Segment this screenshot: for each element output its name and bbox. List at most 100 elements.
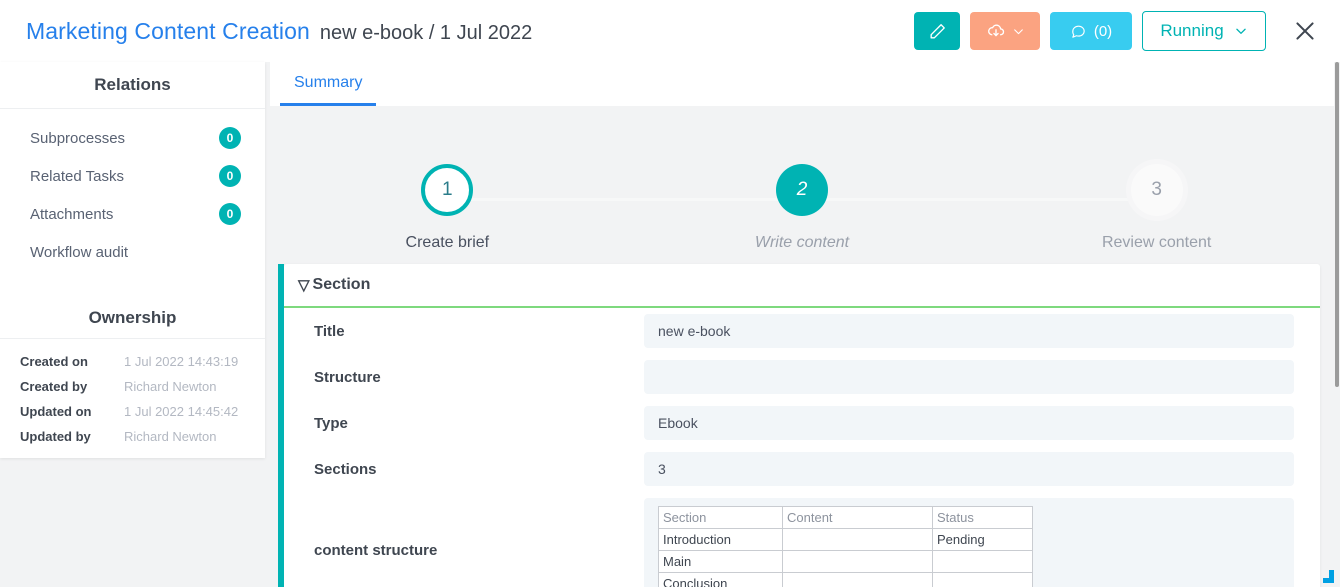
- cell-section: Introduction: [659, 529, 783, 551]
- sidebar-item-subprocesses[interactable]: Subprocesses 0: [0, 119, 265, 157]
- ownership-value: 1 Jul 2022 14:43:19: [124, 354, 238, 369]
- vertical-scrollbar-thumb[interactable]: [1335, 62, 1339, 387]
- cell-content: [783, 529, 933, 551]
- comment-count: (0): [1094, 23, 1112, 40]
- content-structure-table[interactable]: Section Content Status Introduction: [658, 506, 1033, 587]
- comments-button[interactable]: (0): [1050, 12, 1132, 50]
- ownership-value: Richard Newton: [124, 379, 217, 394]
- relations-list: Subprocesses 0 Related Tasks 0 Attachmen…: [0, 119, 265, 271]
- ownership-header: Ownership: [0, 297, 265, 339]
- ownership-value: Richard Newton: [124, 429, 217, 444]
- field-row-structure: Structure: [284, 354, 1320, 400]
- resize-corner-icon[interactable]: [1320, 570, 1336, 584]
- pencil-icon: [928, 22, 947, 41]
- step-label: Create brief: [317, 234, 577, 252]
- field-value-structure[interactable]: [644, 360, 1294, 394]
- main-panel: Summary 1 Create brief 2 Write content 3…: [270, 62, 1334, 587]
- card-accent-stripe: [278, 264, 284, 587]
- section-card-wrapper: ▽ Section Title new e-book Structure Typ…: [278, 264, 1320, 587]
- step-1[interactable]: 1 Create brief: [317, 164, 577, 252]
- ownership-row-updated-by: Updated by Richard Newton: [0, 424, 265, 449]
- step-2[interactable]: 2 Write content: [672, 164, 932, 252]
- step-circle: 2: [776, 164, 828, 216]
- sidebar-item-label: Subprocesses: [30, 130, 125, 147]
- workflow-stepper: 1 Create brief 2 Write content 3 Review …: [270, 106, 1334, 256]
- sidebar-item-related-tasks[interactable]: Related Tasks 0: [0, 157, 265, 195]
- ownership-row-updated-on: Updated on 1 Jul 2022 14:45:42: [0, 399, 265, 424]
- step-circle: 1: [421, 164, 473, 216]
- instance-name: new e-book / 1 Jul 2022: [320, 22, 532, 45]
- field-value-content-structure[interactable]: Section Content Status Introduction: [644, 498, 1294, 587]
- ownership-row-created-by: Created by Richard Newton: [0, 374, 265, 399]
- tab-summary[interactable]: Summary: [280, 62, 376, 106]
- sidebar-item-workflow-audit[interactable]: Workflow audit: [0, 233, 265, 271]
- sidebar: Relations Subprocesses 0 Related Tasks 0…: [0, 62, 265, 458]
- ownership-list: Created on 1 Jul 2022 14:43:19 Created b…: [0, 349, 265, 449]
- ownership-row-created-on: Created on 1 Jul 2022 14:43:19: [0, 349, 265, 374]
- section-collapse-header[interactable]: ▽ Section: [284, 264, 1320, 308]
- column-header-section: Section: [659, 507, 783, 529]
- cloud-download-icon: [986, 21, 1006, 41]
- edit-button[interactable]: [914, 12, 960, 50]
- table-row[interactable]: Introduction Pending: [659, 529, 1033, 551]
- tab-bar: Summary: [270, 62, 1334, 106]
- cell-content: [783, 551, 933, 573]
- header-actions: (0) Running: [914, 0, 1340, 62]
- cell-section: Main: [659, 551, 783, 573]
- ownership-key: Updated on: [20, 404, 124, 419]
- step-label: Review content: [1027, 234, 1287, 252]
- table-row[interactable]: Conclusion: [659, 573, 1033, 587]
- sidebar-item-label: Workflow audit: [30, 244, 128, 261]
- status-dropdown[interactable]: Running: [1142, 11, 1266, 51]
- step-label: Write content: [672, 234, 932, 252]
- sidebar-item-attachments[interactable]: Attachments 0: [0, 195, 265, 233]
- field-value-title[interactable]: new e-book: [644, 314, 1294, 348]
- table-header-row: Section Content Status: [659, 507, 1033, 529]
- section-title: Section: [313, 276, 371, 294]
- field-label: Title: [284, 323, 644, 340]
- field-label: Sections: [284, 461, 644, 478]
- window-header: Marketing Content Creation new e-book / …: [0, 0, 1340, 62]
- ownership-key: Created by: [20, 379, 124, 394]
- sidebar-item-label: Related Tasks: [30, 168, 124, 185]
- field-label: Type: [284, 415, 644, 432]
- step-circle: 3: [1131, 164, 1183, 216]
- field-label: Structure: [284, 369, 644, 386]
- field-row-type: Type Ebook: [284, 400, 1320, 446]
- ownership-key: Updated by: [20, 429, 124, 444]
- field-value-type[interactable]: Ebook: [644, 406, 1294, 440]
- status-badge: Running: [1160, 21, 1223, 41]
- count-badge: 0: [219, 203, 241, 225]
- column-header-status: Status: [933, 507, 1033, 529]
- count-badge: 0: [219, 127, 241, 149]
- cell-content: [783, 573, 933, 587]
- cell-status: [933, 573, 1033, 587]
- section-card: ▽ Section Title new e-book Structure Typ…: [284, 264, 1320, 587]
- close-icon: [1292, 18, 1318, 44]
- cell-status: [933, 551, 1033, 573]
- cell-section: Conclusion: [659, 573, 783, 587]
- process-instance-window: Marketing Content Creation new e-book / …: [0, 0, 1340, 587]
- triangle-down-icon[interactable]: ▽: [298, 276, 310, 294]
- chevron-down-icon: [1234, 24, 1248, 38]
- page-title: Marketing Content Creation new e-book / …: [26, 18, 532, 45]
- ownership-key: Created on: [20, 354, 124, 369]
- close-button[interactable]: [1288, 14, 1322, 48]
- count-badge: 0: [219, 165, 241, 187]
- comment-bubble-icon: [1070, 23, 1087, 40]
- table-row[interactable]: Main: [659, 551, 1033, 573]
- field-row-sections: Sections 3: [284, 446, 1320, 492]
- field-value-sections[interactable]: 3: [644, 452, 1294, 486]
- relations-header: Relations: [0, 62, 265, 109]
- process-name-link[interactable]: Marketing Content Creation: [26, 18, 310, 45]
- field-label: content structure: [284, 542, 644, 559]
- step-3[interactable]: 3 Review content: [1027, 164, 1287, 252]
- field-row-content-structure: content structure Section Content Status: [284, 492, 1320, 587]
- content-area: 1 Create brief 2 Write content 3 Review …: [270, 106, 1334, 587]
- field-row-title: Title new e-book: [284, 308, 1320, 354]
- chevron-down-icon: [1012, 25, 1025, 38]
- cell-status: Pending: [933, 529, 1033, 551]
- ownership-value: 1 Jul 2022 14:45:42: [124, 404, 238, 419]
- export-button[interactable]: [970, 12, 1040, 50]
- column-header-content: Content: [783, 507, 933, 529]
